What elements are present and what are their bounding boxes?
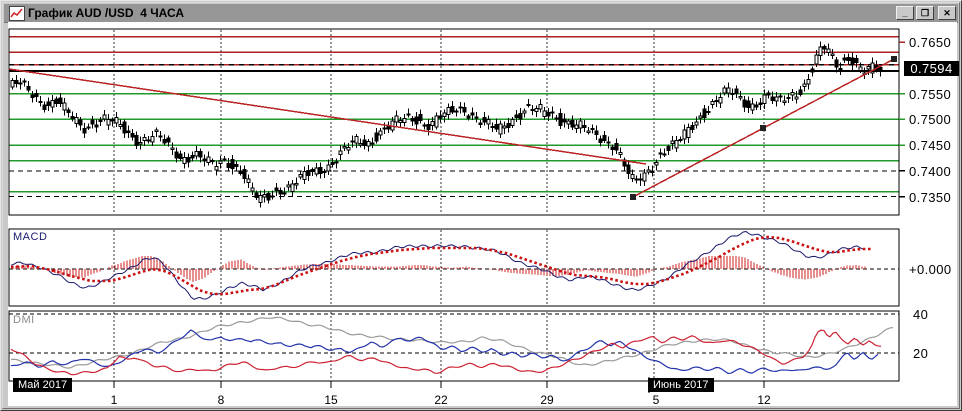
chart-client-area[interactable] [8,22,957,406]
close-button[interactable]: ✕ [938,6,956,20]
window-controls: _ ❐ ✕ [896,6,956,20]
title-bar[interactable]: График AUD /USD 4 ЧАСА _ ❐ ✕ [4,4,958,23]
minimize-button[interactable]: _ [896,6,914,20]
chart-window: График AUD /USD 4 ЧАСА _ ❐ ✕ MACD DMI +0… [0,0,962,411]
window-title: График AUD /USD 4 ЧАСА [28,6,185,20]
maximize-button[interactable]: ❐ [916,6,934,20]
chart-line-icon [9,6,25,21]
